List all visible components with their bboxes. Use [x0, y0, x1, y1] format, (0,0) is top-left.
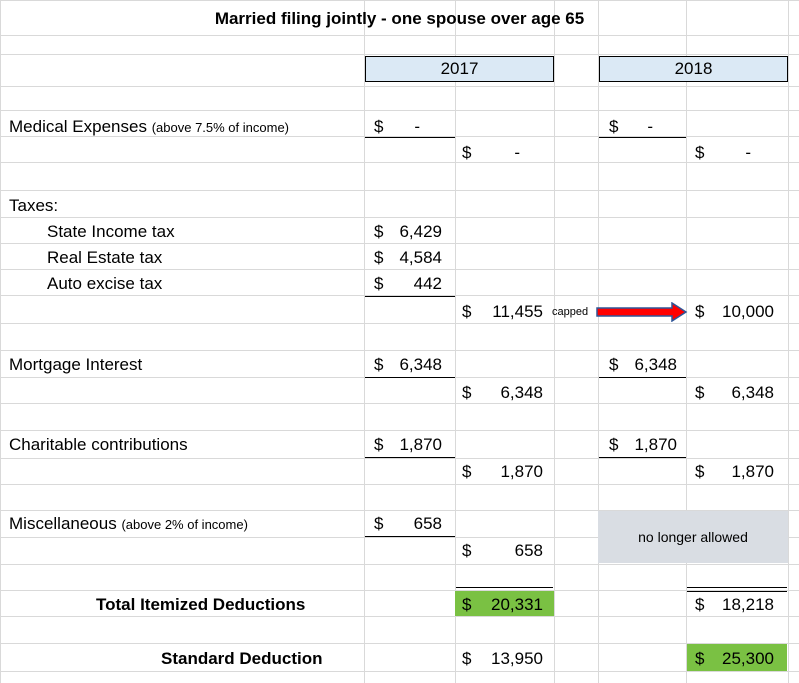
amount: 6,348: [634, 355, 677, 374]
header-2018: 2018: [599, 56, 788, 82]
tax-item-label: Real Estate tax: [47, 248, 163, 267]
misc-label-text: Miscellaneous: [9, 514, 117, 533]
currency-symbol: $: [695, 383, 705, 402]
sheet-title: Married filing jointly - one spouse over…: [214, 9, 585, 28]
gridlines: [0, 0, 799, 683]
currency-symbol: $: [695, 595, 705, 614]
amount: 6,348: [500, 383, 543, 402]
currency-symbol: $: [374, 355, 384, 374]
currency-symbol: $: [374, 435, 384, 454]
currency-symbol: $: [609, 435, 619, 454]
amount: 10,000: [722, 302, 774, 321]
medical-label-text: Medical Expenses: [9, 117, 147, 136]
amount: 442: [413, 274, 442, 293]
amount: 20,331: [491, 595, 543, 614]
currency-symbol: $: [695, 302, 705, 321]
amount: 13,950: [491, 649, 543, 668]
no-longer-allowed-text: no longer allowed: [638, 529, 748, 545]
currency-symbol: $: [609, 117, 619, 136]
underline: [365, 536, 455, 537]
misc-label: Miscellaneous (above 2% of income): [9, 514, 248, 535]
charitable-label: Charitable contributions: [9, 435, 188, 454]
amount: 658: [514, 541, 543, 560]
amount: 6,429: [399, 222, 442, 241]
currency-symbol: $: [374, 274, 384, 293]
amount: 1,870: [731, 462, 774, 481]
misc-note: (above 2% of income): [121, 517, 248, 532]
amount: 658: [413, 514, 442, 533]
amount: 11,455: [492, 302, 543, 321]
medical-note: (above 7.5% of income): [151, 120, 289, 135]
amount: 1,870: [634, 435, 677, 454]
underline: [365, 296, 455, 297]
currency-symbol: $: [695, 462, 705, 481]
total-itemized-label: Total Itemized Deductions: [96, 595, 306, 614]
currency-symbol: $: [462, 541, 472, 560]
currency-symbol: $: [462, 383, 472, 402]
amount: 6,348: [731, 383, 774, 402]
amount: -: [647, 117, 653, 136]
underline: [365, 457, 455, 458]
amount: 1,870: [500, 462, 543, 481]
amount: 25,300: [722, 649, 774, 668]
header-2017: 2017: [365, 56, 554, 82]
amount: 1,870: [399, 435, 442, 454]
capped-label: capped: [552, 306, 589, 318]
currency-symbol: $: [374, 117, 384, 136]
underline: [365, 377, 455, 378]
capped-arrow-icon: [596, 302, 688, 322]
currency-symbol: $: [695, 649, 705, 668]
currency-symbol: $: [374, 248, 384, 267]
currency-symbol: $: [462, 595, 472, 614]
currency-symbol: $: [462, 143, 472, 162]
amount: 6,348: [399, 355, 442, 374]
underline: [599, 137, 686, 138]
mortgage-label: Mortgage Interest: [9, 355, 143, 374]
currency-symbol: $: [374, 514, 384, 533]
currency-symbol: $: [462, 649, 472, 668]
currency-symbol: $: [462, 302, 472, 321]
currency-symbol: $: [609, 355, 619, 374]
standard-deduction-label: Standard Deduction: [161, 649, 323, 668]
tax-item-label: State Income tax: [47, 222, 175, 241]
amount: 18,218: [722, 595, 774, 614]
currency-symbol: $: [695, 143, 705, 162]
amount: 4,584: [399, 248, 442, 267]
taxes-label: Taxes:: [9, 196, 59, 215]
medical-label: Medical Expenses (above 7.5% of income): [9, 117, 289, 138]
tax-item-label: Auto excise tax: [47, 274, 163, 293]
amount: -: [514, 143, 520, 162]
underline: [599, 457, 686, 458]
amount: -: [414, 117, 420, 136]
currency-symbol: $: [374, 222, 384, 241]
underline: [599, 377, 686, 378]
double-underline: [687, 587, 787, 592]
amount: -: [745, 143, 751, 162]
currency-symbol: $: [462, 462, 472, 481]
underline: [365, 137, 455, 138]
no-longer-allowed-box: no longer allowed: [598, 511, 788, 563]
